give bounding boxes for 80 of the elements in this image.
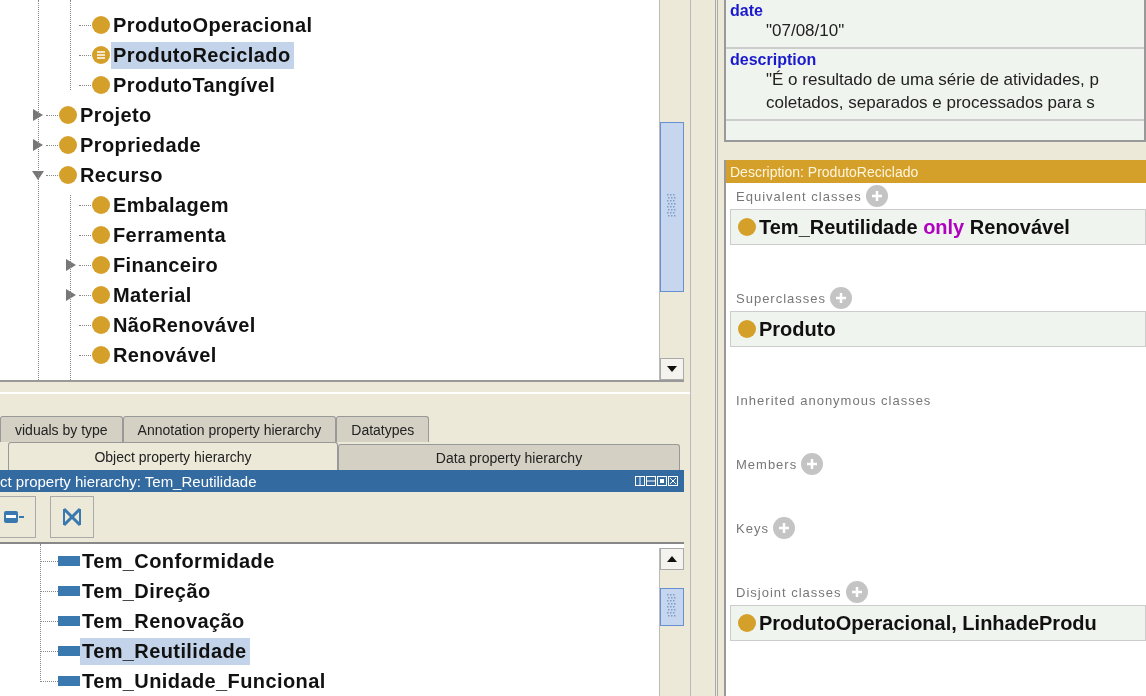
class-icon: [737, 319, 757, 339]
class-tree-item[interactable]: ProdutoTangível: [111, 71, 279, 99]
class-icon: [91, 225, 111, 245]
class-tree-item[interactable]: NãoRenovável: [111, 311, 259, 339]
description-header: Description: ProdutoReciclado: [726, 160, 1146, 183]
section-title: Equivalent classes: [736, 188, 862, 204]
annotation-value: coletados, separados e processados para s: [765, 91, 1096, 114]
class-icon: [91, 75, 111, 95]
section-title: Superclasses: [736, 290, 827, 306]
defined-class-icon: [91, 45, 111, 65]
add-sibling-button[interactable]: [0, 496, 36, 538]
class-tree-item[interactable]: Material: [111, 281, 195, 309]
view-title: ct property hierarchy: Tem_Reutilidade: [0, 472, 257, 490]
class-icon: [58, 105, 78, 125]
tab[interactable]: Annotation property hierarchy: [122, 416, 337, 442]
class-icon: [91, 255, 111, 275]
property-tree-item[interactable]: Tem_Unidade_Funcional: [80, 667, 329, 695]
class-tree-item[interactable]: ProdutoOperacional: [111, 11, 316, 39]
class-expression: Tem_Reutilidade only Renovável: [759, 215, 1070, 239]
class-tree-item[interactable]: Ferramenta: [111, 221, 229, 249]
sibling-icon: [3, 509, 25, 525]
cross-icon: [61, 506, 83, 528]
class-tree-item[interactable]: ProdutoReciclado: [111, 41, 294, 69]
plus-icon: [777, 522, 790, 534]
scrollbar[interactable]: [659, 548, 684, 696]
property-icon: [58, 676, 80, 686]
grip-icon: [667, 194, 677, 220]
tab[interactable]: Datatypes: [336, 416, 430, 442]
annotation-value: "07/08/10": [765, 20, 846, 42]
class-icon: [91, 345, 111, 365]
class-icon: [91, 15, 111, 35]
class-icon: [91, 285, 111, 305]
annotation-value: "É o resultado de uma série de atividades, p: [765, 68, 1100, 91]
class-entry[interactable]: Produto: [730, 311, 1146, 347]
property-icon: [58, 616, 80, 626]
section-title: Disjoint classes: [736, 584, 842, 600]
section-title: Keys: [736, 520, 769, 536]
plus-icon: [850, 586, 863, 598]
property-icon: [58, 586, 80, 596]
maximize-icon[interactable]: [657, 476, 667, 486]
annotation-property: description: [730, 50, 818, 69]
class-icon: [737, 613, 757, 633]
split-icon[interactable]: [635, 476, 645, 486]
property-tree-item[interactable]: Tem_Conformidade: [80, 547, 278, 575]
section-title: Inherited anonymous classes: [736, 392, 932, 408]
class-tree-item[interactable]: Recurso: [78, 161, 166, 189]
scroll-down-icon[interactable]: [667, 366, 677, 372]
class-tree-item[interactable]: Financeiro: [111, 251, 222, 279]
tab[interactable]: Object property hierarchy: [8, 442, 338, 470]
class-tree-item[interactable]: Propriedade: [78, 131, 205, 159]
class-entry[interactable]: ProdutoOperacional, LinhadeProdu: [730, 605, 1146, 641]
annotation-property: date: [730, 2, 764, 20]
class-icon: [58, 135, 78, 155]
property-tree-item[interactable]: Tem_Renovação: [80, 607, 248, 635]
class-tree-item[interactable]: Embalagem: [111, 191, 232, 219]
close-icon[interactable]: [668, 476, 678, 486]
property-tree-item[interactable]: Tem_Reutilidade: [80, 637, 250, 665]
scrollbar[interactable]: [659, 0, 684, 380]
class-icon: [737, 217, 757, 237]
class-entry[interactable]: Tem_Reutilidade only Renovável: [730, 209, 1146, 245]
scroll-up-icon[interactable]: [667, 556, 677, 562]
plus-icon: [806, 458, 819, 470]
tab[interactable]: Data property hierarchy: [338, 444, 680, 470]
class-expression: Produto: [759, 317, 836, 341]
minimize-icon[interactable]: [646, 476, 656, 486]
plus-icon: [835, 292, 848, 304]
property-icon: [58, 646, 80, 656]
property-icon: [58, 556, 80, 566]
delete-button[interactable]: [50, 496, 94, 538]
section-title: Members: [736, 456, 798, 472]
class-icon: [58, 165, 78, 185]
property-tree-item[interactable]: Tem_Direção: [80, 577, 214, 605]
class-tree-item[interactable]: Projeto: [78, 101, 155, 129]
class-icon: [91, 315, 111, 335]
class-tree-item[interactable]: Renovável: [111, 341, 220, 369]
plus-icon: [870, 190, 883, 202]
grip-icon: [667, 594, 677, 620]
tab[interactable]: viduals by type: [0, 416, 123, 442]
class-expression: ProdutoOperacional, LinhadeProdu: [759, 611, 1097, 635]
class-icon: [91, 195, 111, 215]
